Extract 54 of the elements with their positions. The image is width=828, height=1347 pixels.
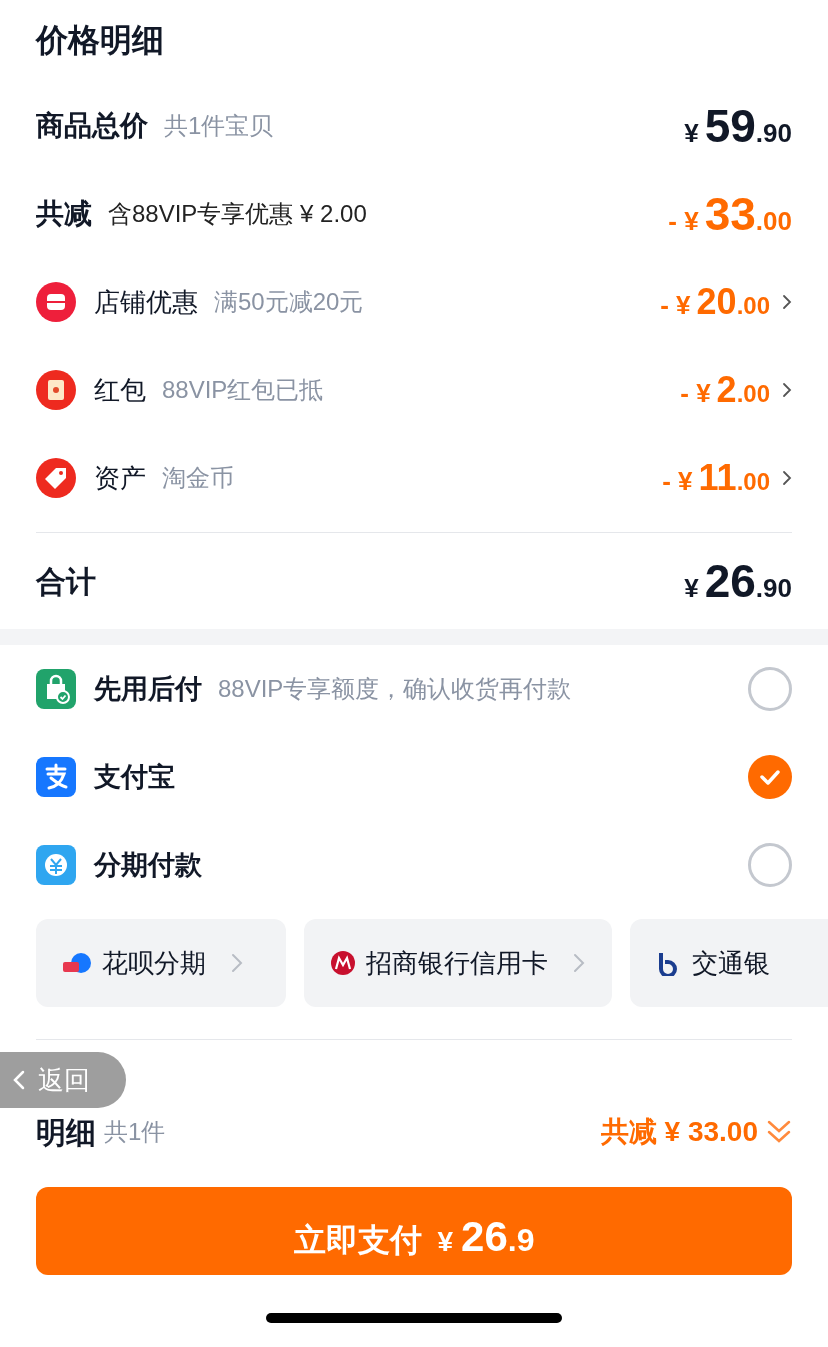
installment-chip[interactable]: 招商银行信用卡: [304, 919, 612, 1007]
row-note: 共1件宝贝: [164, 111, 274, 141]
shop-icon: [36, 282, 76, 322]
row-note: 88VIP红包已抵: [162, 375, 324, 405]
huabei-icon: [62, 950, 92, 976]
row-label: 合计: [36, 563, 96, 600]
bank-logo-icon: [330, 950, 356, 976]
option-note: 88VIP专享额度，确认收货再付款: [218, 674, 572, 704]
shopping-bag-icon: [36, 669, 76, 709]
section-title: 价格明细: [36, 21, 165, 60]
row-label: 商品总价: [36, 109, 148, 143]
row-label: 资产: [94, 461, 146, 495]
discount-row[interactable]: 红包 88VIP红包已抵 - ¥ 2.00: [36, 346, 792, 434]
row-label: 共减: [36, 197, 92, 231]
price: - ¥ 11.00: [662, 456, 770, 500]
price: ¥59.90: [684, 98, 792, 154]
price: - ¥ 2.00: [680, 368, 770, 412]
price: ¥26.90: [684, 553, 792, 609]
radio-checked[interactable]: [748, 755, 792, 799]
chevron-right-icon: [572, 951, 586, 975]
installment-chip[interactable]: 花呗分期: [36, 919, 286, 1007]
radio-button[interactable]: [748, 667, 792, 711]
installment-icon: [36, 845, 76, 885]
chevron-right-icon: [782, 469, 792, 487]
chip-label: 交通银: [692, 946, 770, 980]
payment-option[interactable]: 先用后付 88VIP专享额度，确认收货再付款: [36, 645, 792, 733]
price: - ¥ 20.00: [660, 280, 770, 324]
discount-total: 共减 ¥ 33.00: [600, 1115, 758, 1149]
radio-button[interactable]: [748, 843, 792, 887]
row-note: 淘金币: [162, 463, 234, 493]
row-label: 红包: [94, 373, 146, 407]
row-note: 满50元减20元: [214, 287, 364, 317]
row-note: 含88VIP专享优惠 ¥ 2.00: [108, 199, 367, 229]
option-label: 支付宝: [94, 760, 175, 794]
option-label: 先用后付: [94, 672, 202, 706]
discount-row[interactable]: 资产 淘金币 - ¥ 11.00: [36, 434, 792, 522]
chevron-right-icon: [230, 951, 244, 975]
alipay-icon: [36, 757, 76, 797]
details-label: 明细: [36, 1114, 96, 1151]
chip-label: 招商银行信用卡: [366, 946, 548, 980]
option-label: 分期付款: [94, 848, 202, 882]
row-label: 店铺优惠: [94, 285, 198, 319]
installment-chip[interactable]: 交通银: [630, 919, 828, 1007]
payment-option[interactable]: 分期付款: [36, 821, 792, 909]
envelope-icon: [36, 370, 76, 410]
chevron-right-icon: [782, 293, 792, 311]
chip-label: 花呗分期: [102, 946, 206, 980]
discount-row[interactable]: 店铺优惠 满50元减20元 - ¥ 20.00: [36, 258, 792, 346]
chevron-left-icon: [12, 1069, 26, 1091]
price: - ¥33.00: [668, 186, 792, 242]
chevron-right-icon: [782, 381, 792, 399]
tag-icon: [36, 458, 76, 498]
item-count: 共1件: [104, 1117, 166, 1147]
payment-option[interactable]: 支付宝: [36, 733, 792, 821]
